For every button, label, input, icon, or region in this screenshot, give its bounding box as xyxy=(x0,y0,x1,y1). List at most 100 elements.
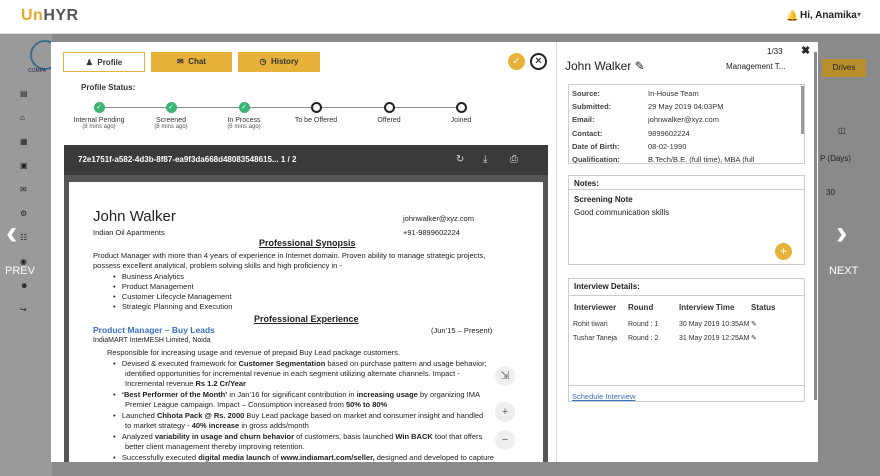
col-interviewer: Interviewer xyxy=(574,303,617,312)
candidate-name: John Walker ✎ xyxy=(565,59,645,73)
row-interviewer: Tushar Taneja xyxy=(573,335,617,342)
detail-key: Contact: xyxy=(572,128,603,138)
check-icon[interactable]: ✓ xyxy=(508,53,525,70)
stage-label: Screened xyxy=(156,117,186,124)
notes-title: Notes: xyxy=(574,179,599,188)
user-greeting[interactable]: Hi, Anamika xyxy=(800,10,857,21)
doc-icon[interactable]: ☷ xyxy=(20,233,27,242)
interview-title: Interview Details: xyxy=(574,282,640,291)
scrollbar[interactable] xyxy=(801,86,804,134)
chevron-left-icon[interactable]: ‹ xyxy=(6,214,17,253)
status-stage: To be Offered xyxy=(281,102,351,124)
calendar-icon[interactable]: ▦ xyxy=(20,137,28,146)
bullet-line: Incremental revenue Rs 1.2 Cr/Year xyxy=(125,379,246,388)
status-stage: Offered xyxy=(354,102,424,124)
col-round: Round xyxy=(628,303,654,312)
minus-icon[interactable]: − xyxy=(495,430,515,450)
bullet-line: • ‘Best Performer of the Month’ in Jan’1… xyxy=(113,390,480,399)
skill-item: • Business Analytics xyxy=(113,272,185,281)
tab-profile[interactable]: ♟ Profile xyxy=(63,52,145,72)
shrink-icon[interactable]: ⇲ xyxy=(495,366,515,386)
edit-icon[interactable]: ✎ xyxy=(635,59,645,73)
stage-time: (8 mins ago) xyxy=(82,124,116,130)
plus-icon[interactable]: + xyxy=(495,402,515,422)
stage-label: Joined xyxy=(450,117,472,124)
scrollbar[interactable] xyxy=(814,52,817,400)
panel-divider xyxy=(556,42,557,462)
schedule-interview-link[interactable]: Schedule Interview xyxy=(572,392,635,401)
database-icon: ◫ xyxy=(838,126,846,135)
chart-icon[interactable]: ▤ xyxy=(20,89,28,98)
stage-time: (6 mins ago) xyxy=(227,124,261,130)
edit-icon[interactable]: ✎ xyxy=(751,334,757,342)
close-icon[interactable]: × xyxy=(530,53,547,70)
briefcase-icon[interactable]: ▣ xyxy=(20,161,28,170)
prev-button[interactable]: PREV xyxy=(5,265,35,277)
bullet-line: • Launched Chhota Pack @ Rs. 2000 Buy Le… xyxy=(113,411,484,420)
detail-key: Date of Birth: xyxy=(572,141,620,151)
sidebar: ▤ ⌂ ▦ ▣ ✉ ⚙ ☷ ◉ ☻ ↪ xyxy=(0,34,52,476)
top-bar: UnHYR 🔔 Hi, Anamika ▾ xyxy=(0,0,880,34)
detail-key: Submitted: xyxy=(572,102,612,112)
check-circle-icon: ✓ xyxy=(165,102,177,113)
row-round: Round : 1 xyxy=(628,321,659,328)
divider xyxy=(568,295,805,296)
tab-chat[interactable]: ✉ Chat xyxy=(151,52,232,72)
document-toolbar: 72e1751f-a582-4d3b-8f87-ea9f3da668d48083… xyxy=(64,145,548,175)
detail-value: B.Tech/B.E. (full time), MBA (full xyxy=(648,155,755,163)
refresh-icon[interactable]: ↻ xyxy=(456,154,464,165)
synopsis-line: possess excellent analytical, problem so… xyxy=(93,261,342,270)
bullet-line: • Analyzed variability in usage and chur… xyxy=(113,432,483,441)
section-experience: Professional Experience xyxy=(254,314,359,324)
users-icon[interactable]: ☻ xyxy=(20,281,28,290)
resp-line: Responsible for increasing usage and rev… xyxy=(107,348,401,357)
edit-icon[interactable]: ✎ xyxy=(751,320,757,328)
close-icon[interactable]: ✖ xyxy=(801,44,810,57)
bullet-line: identified opportunities for incremental… xyxy=(125,369,460,378)
document-viewer[interactable]: John Walker Indian Oil Apartments johnwa… xyxy=(64,175,548,462)
home-icon[interactable]: ⌂ xyxy=(20,113,25,122)
stage-label: In Process xyxy=(227,117,261,124)
logout-icon[interactable]: ↪ xyxy=(20,305,27,314)
circle-icon xyxy=(455,102,467,113)
role-dates: (Jun’15 – Present) xyxy=(431,326,493,335)
employer: IndiaMART InterMESH Limited, Noida xyxy=(93,337,211,344)
col-status: Status xyxy=(751,303,776,312)
detail-value: 29 May 2019 04:03PM xyxy=(648,102,724,112)
check-circle-icon: ✓ xyxy=(238,102,250,113)
drives-button[interactable]: Drives xyxy=(822,59,866,77)
row-interviewer: Rohit tiwari xyxy=(573,321,608,328)
divider xyxy=(568,189,805,190)
circle-icon xyxy=(310,102,322,113)
role-title: Product Manager – Buy Leads xyxy=(93,325,215,335)
status-stage: Joined xyxy=(426,102,496,124)
add-note-button[interactable]: + xyxy=(775,243,792,260)
download-icon[interactable]: ⤓ xyxy=(483,154,487,165)
col-time: Interview Time xyxy=(679,303,735,312)
bell-icon[interactable]: 🔔 xyxy=(786,11,798,22)
profile-status-label: Profile Status: xyxy=(81,83,136,92)
settings-icon[interactable]: ⚙ xyxy=(20,209,27,218)
candidate-modal: ♟ Profile ✉ Chat ◷ History ✓ × Profile S… xyxy=(51,42,818,462)
print-icon[interactable]: ⎙ xyxy=(510,154,518,165)
chevron-right-icon[interactable]: › xyxy=(836,214,847,253)
message-icon[interactable]: ✉ xyxy=(20,185,27,194)
app-logo[interactable]: UnHYR xyxy=(21,7,79,25)
resume-page: John Walker Indian Oil Apartments johnwa… xyxy=(69,182,543,462)
cell-value: 30 xyxy=(826,188,835,197)
bullet-line: • Devised & executed framework for Custo… xyxy=(113,359,487,368)
tab-history[interactable]: ◷ History xyxy=(238,52,320,72)
caret-down-icon[interactable]: ▾ xyxy=(857,10,861,19)
column-header: P (Days) xyxy=(820,154,851,163)
row-time: 31 May 2019 12:25AM xyxy=(679,335,750,342)
resume-company: Indian Oil Apartments xyxy=(93,228,165,237)
note-title: Screening Note xyxy=(574,195,633,204)
next-button[interactable]: NEXT xyxy=(829,265,858,277)
bullet-line: • Successfully executed digital media la… xyxy=(113,453,494,462)
bullet-line: better client management thereby improvi… xyxy=(125,442,305,451)
detail-value: In-House Team xyxy=(648,89,699,98)
company-logo-text: COMPA xyxy=(28,68,46,74)
clock-icon: ◷ xyxy=(259,57,267,66)
stage-label: Offered xyxy=(377,117,401,124)
circle-icon xyxy=(383,102,395,113)
